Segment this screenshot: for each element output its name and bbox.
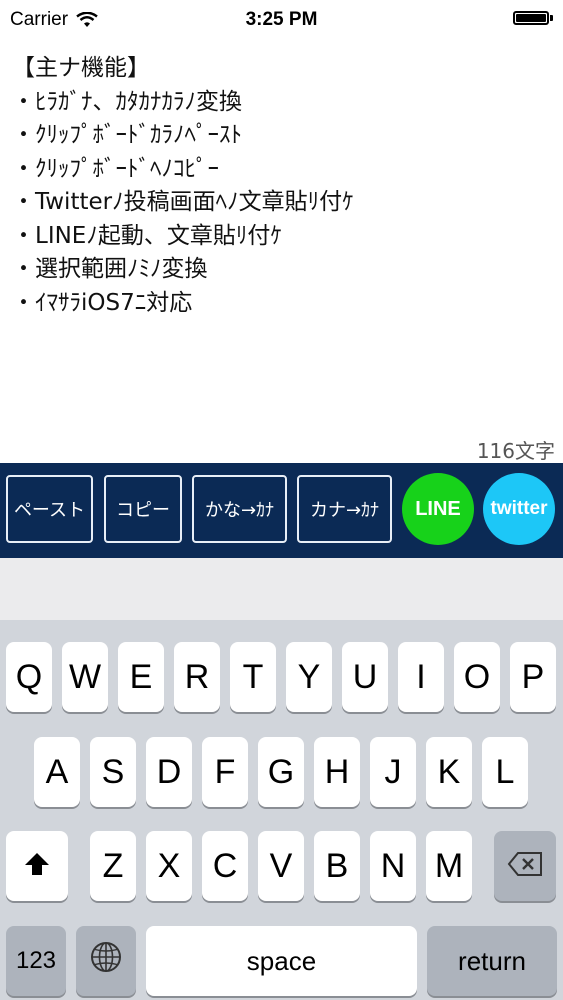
key-j[interactable]: J (370, 737, 416, 807)
text-line: ・ｲﾏｻﾗiOS7ﾆ対応 (12, 289, 193, 316)
text-line: ・ﾋﾗｶﾞﾅ、ｶﾀｶﾅｶﾗﾉ変換 (12, 88, 242, 115)
key-u[interactable]: U (342, 642, 388, 712)
key-r[interactable]: R (174, 642, 220, 712)
key-b[interactable]: B (314, 831, 360, 901)
key-y[interactable]: Y (286, 642, 332, 712)
keyboard: Q W E R T Y U I O P A S D F G H J K L Z … (0, 620, 563, 1000)
key-g[interactable]: G (258, 737, 304, 807)
line-button[interactable]: LINE (402, 473, 474, 545)
copy-button[interactable]: コピー (104, 475, 182, 543)
key-e[interactable]: E (118, 642, 164, 712)
battery-icon (513, 11, 553, 25)
key-m[interactable]: M (426, 831, 472, 901)
twitter-button[interactable]: twitter (483, 473, 555, 545)
text-line: ・ｸﾘｯﾌﾟﾎﾞｰﾄﾞﾍﾉｺﾋﾟｰ (12, 155, 219, 182)
char-count: 116文字 (476, 439, 555, 463)
action-toolbar: ペースト コピー かな→ｶﾅ カナ→ｶﾅ LINE twitter (0, 463, 563, 558)
backspace-icon (507, 847, 543, 886)
key-w[interactable]: W (62, 642, 108, 712)
text-line: ・選択範囲ﾉﾐﾉ変換 (12, 256, 208, 282)
key-z[interactable]: Z (90, 831, 136, 901)
key-v[interactable]: V (258, 831, 304, 901)
key-a[interactable]: A (34, 737, 80, 807)
key-x[interactable]: X (146, 831, 192, 901)
key-o[interactable]: O (454, 642, 500, 712)
key-i[interactable]: I (398, 642, 444, 712)
text-line: ・LINEﾉ起動、文章貼ﾘ付ｹ (12, 222, 282, 249)
shift-icon (23, 847, 51, 886)
numbers-key[interactable]: 123 (6, 926, 66, 996)
text-line: ・Twitterﾉ投稿画面ﾍﾉ文章貼ﾘ付ｹ (12, 189, 354, 215)
key-p[interactable]: P (510, 642, 556, 712)
text-editor[interactable]: 【主ナ機能】 ・ﾋﾗｶﾞﾅ、ｶﾀｶﾅｶﾗﾉ変換 ・ｸﾘｯﾌﾟﾎﾞｰﾄﾞｶﾗﾉﾍﾟ… (12, 52, 552, 432)
key-h[interactable]: H (314, 737, 360, 807)
text-line: 【主ナ機能】 (12, 55, 150, 81)
keyboard-accessory-gap (0, 558, 563, 620)
globe-key[interactable] (76, 926, 136, 996)
key-f[interactable]: F (202, 737, 248, 807)
space-key[interactable]: space (146, 926, 417, 996)
key-c[interactable]: C (202, 831, 248, 901)
key-q[interactable]: Q (6, 642, 52, 712)
status-time: 3:25 PM (245, 9, 318, 30)
hiragana-to-katakana-button[interactable]: かな→ｶﾅ (192, 475, 287, 543)
paste-button[interactable]: ペースト (6, 475, 93, 543)
katakana-to-halfwidth-button[interactable]: カナ→ｶﾅ (297, 475, 392, 543)
backspace-key[interactable] (494, 831, 556, 901)
key-k[interactable]: K (426, 737, 472, 807)
shift-key[interactable] (6, 831, 68, 901)
text-line: ・ｸﾘｯﾌﾟﾎﾞｰﾄﾞｶﾗﾉﾍﾟｰｽﾄ (12, 122, 242, 148)
status-bar: Carrier 3:25 PM (0, 0, 563, 40)
key-t[interactable]: T (230, 642, 276, 712)
key-s[interactable]: S (90, 737, 136, 807)
return-key[interactable]: return (427, 926, 557, 996)
key-l[interactable]: L (482, 737, 528, 807)
globe-icon (89, 940, 123, 983)
key-d[interactable]: D (146, 737, 192, 807)
key-n[interactable]: N (370, 831, 416, 901)
